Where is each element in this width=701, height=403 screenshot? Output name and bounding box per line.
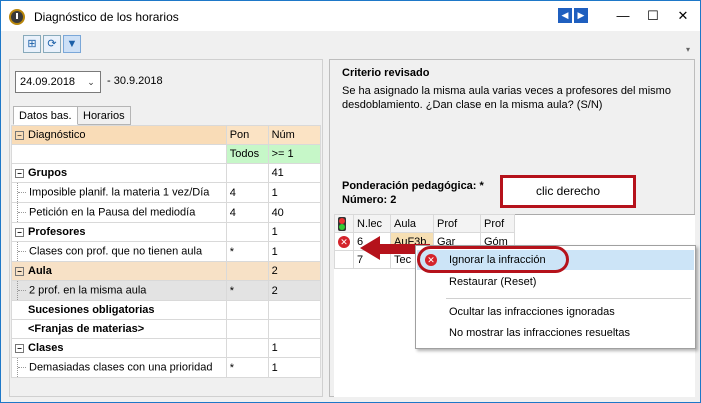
window-title: Diagnóstico de los horarios xyxy=(34,10,179,24)
table-row[interactable]: Imposible planif. la materia 1 vez/Día 4… xyxy=(11,182,322,203)
filter-row: Todos >= 1 xyxy=(11,144,322,164)
diagnosis-window: Diagnóstico de los horarios ◀ ▶ — ☐ ✕ ⊞ … xyxy=(0,0,701,403)
next-icon[interactable]: ▶ xyxy=(574,8,588,23)
diagnosis-grid: − Diagnóstico Pon Núm Todos >= 1 − Grupos … xyxy=(11,125,322,378)
header-prof[interactable]: Prof xyxy=(433,214,481,233)
filter-icon[interactable]: ▼ xyxy=(63,35,81,53)
table-row-selected[interactable]: 2 prof. en la misma aula * 2 xyxy=(11,280,322,301)
number-label: Número: 2 xyxy=(342,194,397,206)
collapse-icon[interactable]: − xyxy=(15,266,24,276)
table-row[interactable]: − Clases 1 xyxy=(11,338,322,358)
refresh-icon[interactable]: ⟳ xyxy=(43,35,61,53)
minimize-button[interactable]: — xyxy=(609,7,637,25)
weight-label: Ponderación pedagógica: * xyxy=(342,180,484,192)
filter-empty xyxy=(11,144,227,164)
highlight-ellipse xyxy=(417,246,569,273)
criterion-title: Criterio revisado xyxy=(342,67,430,79)
table-row[interactable]: Demasiadas clases con una prioridad * 1 xyxy=(11,357,322,378)
header-nlec[interactable]: N.lec xyxy=(353,214,391,233)
menu-item-no-resolved[interactable]: No mostrar las infracciones resueltas xyxy=(417,323,694,343)
error-icon: ✕ xyxy=(334,232,354,251)
menu-item-restore[interactable]: Restaurar (Reset) xyxy=(417,272,694,292)
menu-separator xyxy=(446,298,691,299)
collapse-icon[interactable]: − xyxy=(15,227,24,237)
toolbar: ⊞ ⟳ ▼ ▾ xyxy=(1,31,700,57)
tab-horarios[interactable]: Horarios xyxy=(77,106,131,125)
date-picker[interactable]: 24.09.2018 ⌄ xyxy=(15,71,101,93)
tab-datos-bas[interactable]: Datos bas. xyxy=(13,106,78,125)
table-row[interactable]: − Aula 2 xyxy=(11,261,322,281)
table-row[interactable]: Sucesiones obligatorias xyxy=(11,300,322,320)
date-range-end: - 30.9.2018 xyxy=(107,75,163,87)
table-row[interactable]: − Grupos 41 xyxy=(11,163,322,183)
table-row[interactable]: Clases con prof. que no tienen aula * 1 xyxy=(11,241,322,262)
menu-item-hide-ignored[interactable]: Ocultar las infracciones ignoradas xyxy=(417,302,694,322)
filter-pon[interactable]: Todos xyxy=(225,144,269,164)
title-bar: Diagnóstico de los horarios ◀ ▶ — ☐ ✕ xyxy=(1,1,700,31)
filter-num[interactable]: >= 1 xyxy=(267,144,322,164)
weight-info: Ponderación pedagógica: * Número: 2 xyxy=(342,179,484,207)
header-pon[interactable]: Pon xyxy=(225,125,269,145)
expand-icon[interactable]: ⊞ xyxy=(23,35,41,53)
collapse-icon[interactable]: − xyxy=(15,130,24,140)
grid-header-row: − Diagnóstico Pon Núm xyxy=(11,125,322,145)
header-aula[interactable]: Aula xyxy=(390,214,434,233)
clock-icon xyxy=(9,9,25,25)
traffic-light-icon xyxy=(334,214,354,233)
previous-icon[interactable]: ◀ xyxy=(558,8,572,23)
chevron-down-icon[interactable]: ⌄ xyxy=(84,74,98,90)
header-num[interactable]: Núm xyxy=(267,125,322,145)
callout-right-click: clic derecho xyxy=(500,175,636,208)
table-row[interactable]: <Franjas de materias> xyxy=(11,319,322,339)
date-value: 24.09.2018 xyxy=(20,76,76,88)
maximize-button[interactable]: ☐ xyxy=(639,7,667,25)
table-row[interactable]: Petición en la Pausa del mediodía 4 40 xyxy=(11,202,322,223)
chevron-down-icon[interactable]: ▾ xyxy=(686,45,690,54)
header-diagnosis[interactable]: − Diagnóstico xyxy=(11,125,227,145)
detail-header-row: N.lec Aula Prof Prof xyxy=(334,214,515,233)
criterion-text: Se ha asignado la misma aula varias vece… xyxy=(342,85,671,111)
close-button[interactable]: ✕ xyxy=(669,7,697,25)
collapse-icon[interactable]: − xyxy=(15,168,24,178)
header-prof[interactable]: Prof xyxy=(480,214,515,233)
table-row[interactable]: − Profesores 1 xyxy=(11,222,322,242)
collapse-icon[interactable]: − xyxy=(15,343,24,353)
